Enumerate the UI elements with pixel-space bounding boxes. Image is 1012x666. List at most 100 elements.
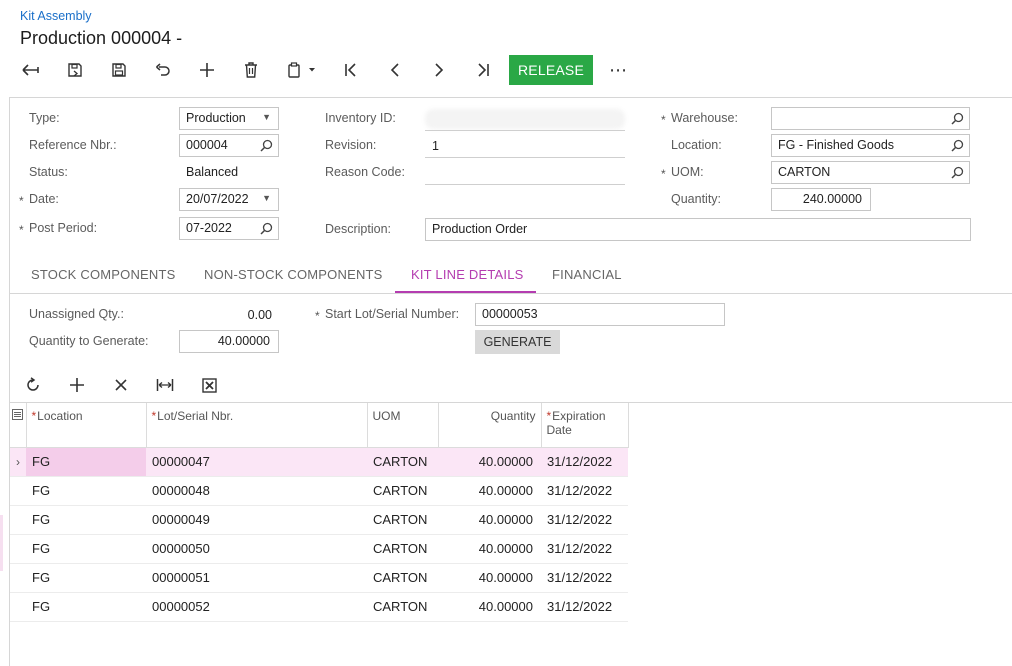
inventory-underline	[425, 130, 625, 131]
reference-label: Reference Nbr.:	[29, 138, 117, 152]
search-icon[interactable]	[951, 139, 964, 155]
quantity-cell[interactable]: 40.00000	[438, 447, 541, 477]
refresh-icon	[27, 377, 39, 391]
revision-value[interactable]: 1	[432, 139, 439, 153]
lot-cell[interactable]: 00000050	[146, 534, 367, 564]
description-field[interactable]: Production Order	[425, 218, 971, 241]
search-icon[interactable]	[260, 139, 273, 155]
row-selector-icon[interactable]: ›	[10, 447, 26, 477]
save-icon	[112, 63, 126, 77]
undo-button[interactable]	[150, 57, 176, 83]
more-icon[interactable]: ⋯	[604, 58, 632, 82]
uom-cell[interactable]: CARTON	[367, 563, 438, 593]
add-button[interactable]	[194, 57, 220, 83]
delete-button[interactable]	[238, 57, 264, 83]
uom-cell[interactable]: CARTON	[367, 476, 438, 506]
tab-non-stock-components[interactable]: NON-STOCK COMPONENTS	[204, 267, 383, 282]
location-cell[interactable]: FG	[26, 534, 146, 564]
uom-cell[interactable]: CARTON	[367, 447, 438, 477]
refresh-button[interactable]	[22, 374, 44, 396]
expiration-cell[interactable]: 31/12/2022	[541, 534, 628, 564]
quantity-cell[interactable]: 40.00000	[438, 476, 541, 506]
inventory-id-field[interactable]	[425, 109, 625, 129]
table-row[interactable]: FG 00000048 CARTON 40.00000 31/12/2022	[10, 476, 628, 506]
uom-cell[interactable]: CARTON	[367, 592, 438, 622]
uom-cell[interactable]: CARTON	[367, 534, 438, 564]
lot-cell[interactable]: 00000051	[146, 563, 367, 593]
search-icon[interactable]	[951, 166, 964, 182]
quantity-cell[interactable]: 40.00000	[438, 563, 541, 593]
lot-cell[interactable]: 00000047	[146, 447, 367, 477]
location-cell[interactable]: FG	[26, 447, 146, 477]
first-record-button[interactable]	[338, 57, 364, 83]
required-mark: *	[661, 113, 666, 127]
date-field[interactable]: 20/07/2022 ▼	[179, 188, 279, 211]
row-selector[interactable]	[10, 534, 26, 564]
start-lot-field[interactable]: 00000053	[475, 303, 725, 326]
quantity-cell[interactable]: 40.00000	[438, 505, 541, 535]
table-row[interactable]: FG 00000049 CARTON 40.00000 31/12/2022	[10, 505, 628, 535]
quantity-field[interactable]: 240.00000	[771, 188, 871, 211]
location-field[interactable]: FG - Finished Goods	[771, 134, 970, 157]
copy-paste-button[interactable]	[282, 57, 322, 83]
table-row[interactable]: FG 00000050 CARTON 40.00000 31/12/2022	[10, 534, 628, 564]
location-cell[interactable]: FG	[26, 563, 146, 593]
reference-value: 000004	[186, 138, 228, 152]
expiration-cell[interactable]: 31/12/2022	[541, 447, 628, 477]
next-record-button[interactable]	[426, 57, 452, 83]
quantity-cell[interactable]: 40.00000	[438, 534, 541, 564]
fit-columns-button[interactable]	[154, 374, 176, 396]
row-selector[interactable]	[10, 592, 26, 622]
remove-row-button[interactable]	[110, 374, 132, 396]
start-lot-label: Start Lot/Serial Number:	[325, 307, 460, 321]
uom-field[interactable]: CARTON	[771, 161, 970, 184]
column-header-expiration[interactable]: *Expiration Date	[541, 403, 629, 448]
tab-financial[interactable]: FINANCIAL	[552, 267, 622, 282]
tab-kit-line-details[interactable]: KIT LINE DETAILS	[411, 267, 524, 282]
reference-field[interactable]: 000004	[179, 134, 279, 157]
generate-button[interactable]: GENERATE	[475, 330, 560, 354]
type-select[interactable]: Production ▼	[179, 107, 279, 130]
last-record-button[interactable]	[470, 57, 496, 83]
save-close-button[interactable]	[62, 57, 88, 83]
location-cell[interactable]: FG	[26, 592, 146, 622]
export-excel-button[interactable]	[198, 374, 220, 396]
location-cell[interactable]: FG	[26, 476, 146, 506]
previous-record-button[interactable]	[382, 57, 408, 83]
post-period-value: 07-2022	[186, 221, 232, 235]
save-button[interactable]	[106, 57, 132, 83]
warehouse-field[interactable]	[771, 107, 970, 130]
expiration-cell[interactable]: 31/12/2022	[541, 563, 628, 593]
location-cell[interactable]: FG	[26, 505, 146, 535]
breadcrumb[interactable]: Kit Assembly	[20, 9, 92, 23]
table-row[interactable]: FG 00000051 CARTON 40.00000 31/12/2022	[10, 563, 628, 593]
column-header-quantity[interactable]: Quantity	[438, 403, 542, 448]
release-button[interactable]: RELEASE	[509, 55, 593, 85]
back-button[interactable]	[18, 57, 44, 83]
lot-cell[interactable]: 00000049	[146, 505, 367, 535]
column-header-lot[interactable]: *Lot/Serial Nbr.	[146, 403, 368, 448]
row-selector[interactable]	[10, 476, 26, 506]
row-selector[interactable]	[10, 505, 26, 535]
table-row[interactable]: FG 00000052 CARTON 40.00000 31/12/2022	[10, 592, 628, 622]
tab-stock-components[interactable]: STOCK COMPONENTS	[31, 267, 176, 282]
lot-cell[interactable]: 00000048	[146, 476, 367, 506]
expiration-cell[interactable]: 31/12/2022	[541, 476, 628, 506]
post-period-field[interactable]: 07-2022	[179, 217, 279, 240]
column-header-uom[interactable]: UOM	[367, 403, 439, 448]
expiration-cell[interactable]: 31/12/2022	[541, 592, 628, 622]
column-header-location[interactable]: *Location	[26, 403, 147, 448]
table-row[interactable]: › FG 00000047 CARTON 40.00000 31/12/2022	[10, 447, 628, 477]
qty-to-generate-field[interactable]: 40.00000	[179, 330, 279, 353]
column-config-header[interactable]	[10, 403, 27, 448]
add-icon	[200, 63, 214, 77]
quantity-cell[interactable]: 40.00000	[438, 592, 541, 622]
row-selector[interactable]	[10, 563, 26, 593]
required-mark: *	[19, 194, 24, 208]
add-row-button[interactable]	[66, 374, 88, 396]
expiration-cell[interactable]: 31/12/2022	[541, 505, 628, 535]
search-icon[interactable]	[951, 112, 964, 128]
lot-cell[interactable]: 00000052	[146, 592, 367, 622]
search-icon[interactable]	[260, 222, 273, 238]
uom-cell[interactable]: CARTON	[367, 505, 438, 535]
